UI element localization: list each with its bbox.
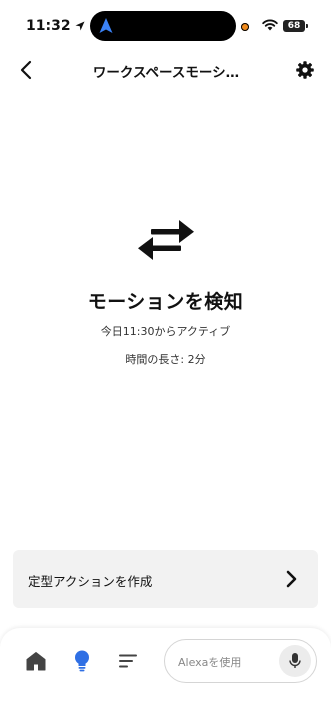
wifi-icon [262,19,278,31]
create-routine-button[interactable]: 定型アクションを作成 [13,550,318,608]
microphone-button[interactable] [279,645,311,677]
status-time: 11:32 [26,18,85,34]
dynamic-island [90,11,236,41]
back-button[interactable] [14,56,38,84]
home-icon [26,652,46,671]
recording-indicator [241,23,249,31]
menu-lines-icon [119,654,137,668]
nav-devices-button[interactable] [69,650,95,672]
bottom-navigation: Alexaを使用 [0,628,331,720]
microphone-icon [289,653,301,668]
nav-more-button[interactable] [115,650,141,672]
page-title: ワークスペースモーシ… [92,65,240,81]
header: ワークスペースモーシ… [0,52,331,88]
event-title: モーションを検知 [87,291,244,313]
battery-level: 68 [287,21,301,31]
status-bar: 11:32 68 [0,0,331,52]
chevron-right-icon [286,570,297,588]
nav-home-button[interactable] [23,650,49,672]
event-duration: 時間の長さ: 2分 [125,353,206,366]
alexa-input[interactable]: Alexaを使用 [164,639,317,683]
swap-arrows-icon [138,220,194,260]
lightbulb-icon [75,650,89,672]
settings-button[interactable] [292,57,318,83]
create-routine-label: 定型アクションを作成 [28,574,153,589]
event-active-since: 今日11:30からアクティブ [100,325,231,338]
chevron-left-icon [20,60,32,80]
battery-indicator: 68 [283,20,308,32]
location-arrow-icon [75,21,85,31]
gear-icon [296,61,314,79]
status-time-text: 11:32 [26,18,71,34]
alexa-input-placeholder: Alexaを使用 [178,656,242,669]
navigation-arrow-icon [99,18,113,33]
